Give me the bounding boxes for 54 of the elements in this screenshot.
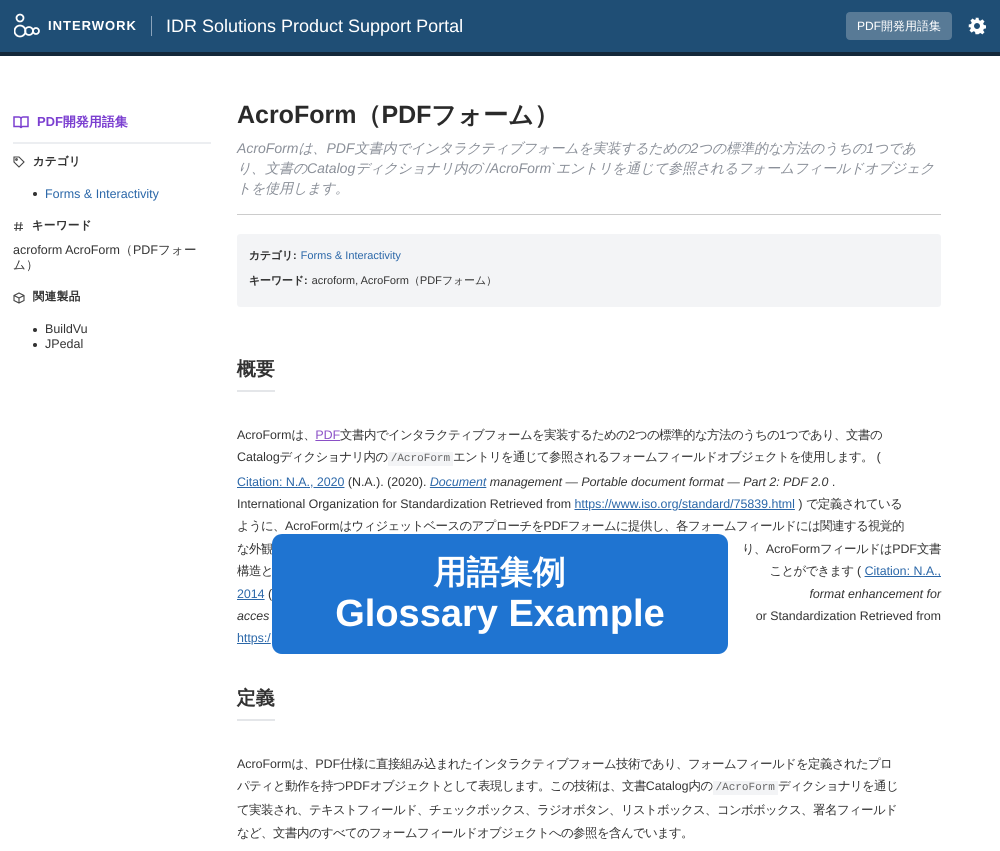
section-heading: 概要 xyxy=(237,359,275,392)
bullet-dot xyxy=(33,328,37,332)
product-item: BuildVu xyxy=(45,322,88,338)
cube-icon xyxy=(13,292,25,304)
glossary-nav-button[interactable]: PDF開発用語集 xyxy=(846,12,952,40)
body-text: acces xyxy=(237,608,270,626)
meta-link[interactable]: Forms & Interactivity xyxy=(300,248,401,264)
tag-icon xyxy=(13,156,25,168)
body-text: など、文書内のすべてのフォームフィールドオブジェクトへの参照を含んでいます。 xyxy=(237,824,693,842)
link[interactable]: 2014 xyxy=(237,586,265,601)
bullet-dot xyxy=(33,192,37,196)
product-item: JPedal xyxy=(45,337,84,352)
body-text: て実装され、テキストフィールド、チェックボックス、ラジオボタン、リストボックス、コンボボックス、署名フィールド xyxy=(237,802,897,820)
summary-text: AcroFormは、PDF文書内でインタラクティブフォームを実装するための2つの標準的な方法のうちの1つであり、文書のCatalogディクショナリ内の`/AcroForm`エントリを通じて参照されるフォームフィールドオブジェクトを使用します。 xyxy=(237,139,935,198)
glossary-link[interactable]: PDF開発用語集 xyxy=(37,112,128,132)
keyword-text: acroform AcroForm（PDFフォーム） xyxy=(13,243,198,273)
settings-icon[interactable] xyxy=(968,17,986,35)
body-text: Catalogディクショナリ内の /AcroForm エントリを通じて参照されるフォームフィールドオブジェクトを使用します。 ( xyxy=(237,449,881,468)
section-heading: キーワード xyxy=(32,218,92,234)
body-text: 構造と xyxy=(237,563,273,580)
banner-title: 用語集例 xyxy=(434,552,566,592)
link[interactable]: Citation: N.A., xyxy=(864,564,941,578)
meta-label: カテゴリ: xyxy=(249,249,297,264)
portal-title: IDR Solutions Product Support Portal xyxy=(166,14,464,38)
body-text: り、AcroFormフィールドはPDF文書 xyxy=(742,540,941,558)
body-text: or Standardization Retrieved from xyxy=(756,608,941,626)
logo-text: INTERWORK xyxy=(48,17,137,36)
meta-value: acroform, AcroForm（PDFフォーム） xyxy=(312,274,497,288)
banner-subtitle: Glossary Example xyxy=(335,592,665,636)
meta-label: キーワード: xyxy=(249,274,308,288)
link[interactable]: Document xyxy=(430,474,486,489)
body-text: format enhancement for xyxy=(809,586,941,603)
category-link[interactable]: Forms & Interactivity xyxy=(45,186,159,202)
body-text: ことができます ( Citation: N.A., xyxy=(770,563,941,580)
body-text: AcroFormは、PDF仕様に直接組み込まれたインタラクティブフォーム技術であり、フォームフィールドを定義されたプロ xyxy=(237,756,892,773)
body-text: パティと動作を持つPDFオブジェクトとして表現します。この技術は、文書Catalog内の /AcroForm ディクショナリを通じ xyxy=(237,778,898,798)
link[interactable]: https://www.iso.org/standard/75839.html xyxy=(574,497,795,512)
page-title: AcroForm（PDFフォーム） xyxy=(237,100,560,130)
body-text: AcroFormは、PDF文書内でインタラクティブフォームを実装するための2つの標準的な方法のうちの1つであり、文書の xyxy=(237,426,882,444)
body-text: な外観 xyxy=(237,540,273,558)
body-text: Citation: N.A., 2020 (N.A.). (2020). Document management — Portable document format — Part 2: PDF 2.0 . xyxy=(237,474,836,491)
link[interactable]: Citation: N.A., 2020 xyxy=(237,474,344,489)
body-text: ように、AcroFormはウィジェットベースのアプローチをPDFフォームに提供し、各フォームフィールドには関連する視覚的 xyxy=(237,518,904,536)
book-icon xyxy=(13,114,29,129)
body-text: 2014 ( xyxy=(237,586,272,603)
section-heading: カテゴリ xyxy=(33,154,81,170)
body-text: International Organization for Standardization Retrieved from https://www.iso.org/standard/75839.html ) で定義されている xyxy=(237,496,902,514)
link[interactable]: https:/ xyxy=(237,627,271,650)
bullet-dot xyxy=(33,342,37,347)
section-heading: 関連製品 xyxy=(33,289,81,305)
section-heading: 定義 xyxy=(237,688,275,721)
link[interactable]: PDF xyxy=(315,428,340,442)
hash-icon xyxy=(13,220,24,232)
logo-icon xyxy=(14,13,40,39)
